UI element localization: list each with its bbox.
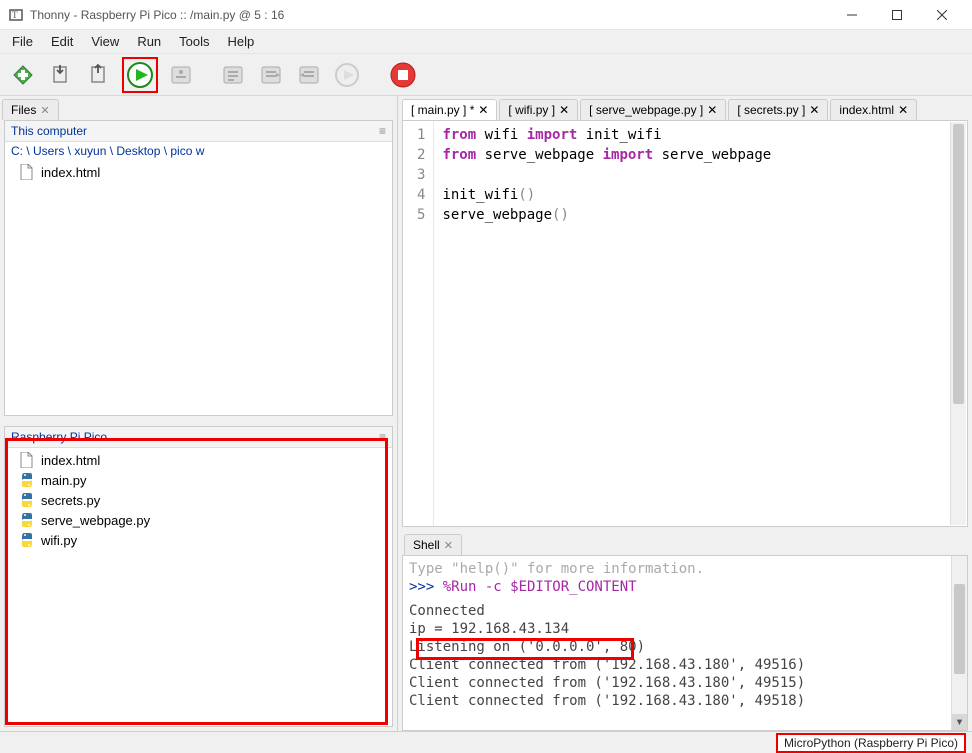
- local-file-list: index.html: [5, 160, 392, 415]
- file-name: wifi.py: [41, 533, 77, 548]
- python-icon: [19, 512, 35, 528]
- breadcrumb[interactable]: C: \ Users \ xuyun \ Desktop \ pico w: [5, 142, 392, 160]
- close-icon[interactable]: ✕: [707, 103, 717, 117]
- step-over-button[interactable]: [218, 60, 248, 90]
- main-area: Files ✕ This computer ≡ C: \ Users \ xuy…: [0, 96, 972, 731]
- shell-line: Client connected from ('192.168.43.180',…: [409, 692, 961, 710]
- stop-button[interactable]: [388, 60, 418, 90]
- resume-button[interactable]: [332, 60, 362, 90]
- shell-output[interactable]: Type "help()" for more information. >>> …: [402, 555, 968, 731]
- close-icon[interactable]: ✕: [809, 103, 819, 117]
- editor-tab[interactable]: [ serve_webpage.py ] ✕: [580, 99, 726, 120]
- menu-help[interactable]: Help: [220, 32, 263, 51]
- editor-tab-label: [ serve_webpage.py ]: [589, 103, 703, 117]
- list-item[interactable]: index.html: [9, 162, 388, 182]
- step-out-button[interactable]: [294, 60, 324, 90]
- file-icon: [19, 452, 35, 468]
- left-column: Files ✕ This computer ≡ C: \ Users \ xuy…: [0, 96, 398, 731]
- code-content: from wifi import init_wifi from serve_we…: [434, 121, 967, 526]
- shell-command: %Run -c $EDITOR_CONTENT: [443, 579, 637, 595]
- editor-tabs: [ main.py ] *✕[ wifi.py ]✕[ serve_webpag…: [398, 96, 972, 120]
- file-name: index.html: [41, 165, 100, 180]
- python-icon: [19, 492, 35, 508]
- maximize-button[interactable]: [874, 1, 919, 29]
- list-item[interactable]: secrets.py: [9, 490, 388, 510]
- titlebar: T Thonny - Raspberry Pi Pico :: /main.py…: [0, 0, 972, 30]
- list-item[interactable]: main.py: [9, 470, 388, 490]
- shell-line: Connected: [409, 602, 961, 620]
- close-icon[interactable]: ✕: [40, 104, 49, 117]
- debug-button[interactable]: [166, 60, 196, 90]
- local-files-header: This computer ≡: [5, 121, 392, 142]
- editor-tab-label: [ main.py ] *: [411, 103, 474, 117]
- file-name: serve_webpage.py: [41, 513, 150, 528]
- list-item[interactable]: serve_webpage.py: [9, 510, 388, 530]
- shell-tab[interactable]: Shell ✕: [404, 534, 462, 555]
- list-item[interactable]: index.html: [9, 450, 388, 470]
- device-file-list: index.html main.py secrets.py serve_webpage…: [5, 448, 392, 726]
- shell-prompt: >>>: [409, 579, 443, 595]
- editor-tab[interactable]: index.html ✕: [830, 99, 917, 120]
- file-name: index.html: [41, 453, 100, 468]
- files-tab-label: Files: [11, 103, 36, 117]
- menu-run[interactable]: Run: [129, 32, 169, 51]
- menu-view[interactable]: View: [83, 32, 127, 51]
- python-icon: [19, 472, 35, 488]
- list-item[interactable]: wifi.py: [9, 530, 388, 550]
- menu-edit[interactable]: Edit: [43, 32, 81, 51]
- panel-menu-icon[interactable]: ≡: [379, 124, 386, 138]
- shell-line: Listening on ('0.0.0.0', 80): [409, 638, 961, 656]
- svg-text:T: T: [12, 10, 18, 20]
- editor-tab[interactable]: [ main.py ] * ✕: [402, 99, 497, 120]
- shell-tab-label: Shell: [413, 538, 440, 552]
- menu-tools[interactable]: Tools: [171, 32, 217, 51]
- panel-menu-icon[interactable]: ≡: [379, 430, 386, 444]
- editor-tab-label: index.html: [839, 103, 894, 117]
- backend-label: MicroPython (Raspberry Pi Pico): [784, 736, 958, 750]
- device-files-header: Raspberry Pi Pico ≡: [5, 427, 392, 448]
- step-into-button[interactable]: [256, 60, 286, 90]
- close-icon[interactable]: ✕: [559, 103, 569, 117]
- editor-tab[interactable]: [ wifi.py ] ✕: [499, 99, 578, 120]
- files-tab[interactable]: Files ✕: [2, 99, 59, 120]
- right-column: [ main.py ] *✕[ wifi.py ]✕[ serve_webpag…: [398, 96, 972, 731]
- shell-line: Client connected from ('192.168.43.180',…: [409, 656, 961, 674]
- statusbar: MicroPython (Raspberry Pi Pico): [0, 731, 972, 753]
- close-icon[interactable]: ✕: [444, 539, 453, 552]
- shell-line: ip = 192.168.43.134: [409, 620, 961, 638]
- scroll-down-icon[interactable]: ▾: [952, 714, 967, 730]
- backend-selector[interactable]: MicroPython (Raspberry Pi Pico): [776, 733, 966, 753]
- run-button[interactable]: [122, 57, 158, 93]
- file-name: secrets.py: [41, 493, 100, 508]
- menubar: File Edit View Run Tools Help: [0, 30, 972, 54]
- shell-hint: Type "help()" for more information.: [409, 560, 961, 578]
- code-editor[interactable]: 12345 from wifi import init_wifi from se…: [402, 120, 968, 527]
- local-files-title: This computer: [11, 124, 87, 138]
- open-file-button[interactable]: [46, 60, 76, 90]
- window-title: Thonny - Raspberry Pi Pico :: /main.py @…: [30, 8, 829, 22]
- editor-tab[interactable]: [ secrets.py ] ✕: [728, 99, 828, 120]
- close-icon[interactable]: ✕: [898, 103, 908, 117]
- close-icon[interactable]: ✕: [478, 103, 488, 117]
- line-gutter: 12345: [403, 121, 434, 526]
- menu-file[interactable]: File: [4, 32, 41, 51]
- new-file-button[interactable]: [8, 60, 38, 90]
- editor-tab-label: [ wifi.py ]: [508, 103, 555, 117]
- minimize-button[interactable]: [829, 1, 874, 29]
- python-icon: [19, 532, 35, 548]
- editor-tab-label: [ secrets.py ]: [737, 103, 805, 117]
- file-icon: [19, 164, 35, 180]
- close-button[interactable]: [919, 1, 964, 29]
- app-icon: T: [8, 7, 24, 23]
- toolbar: [0, 54, 972, 96]
- shell-scrollbar[interactable]: ▾: [951, 556, 967, 730]
- device-files-title: Raspberry Pi Pico: [11, 430, 107, 444]
- shell-line: Client connected from ('192.168.43.180',…: [409, 674, 961, 692]
- save-file-button[interactable]: [84, 60, 114, 90]
- editor-scrollbar[interactable]: [950, 122, 966, 525]
- file-name: main.py: [41, 473, 87, 488]
